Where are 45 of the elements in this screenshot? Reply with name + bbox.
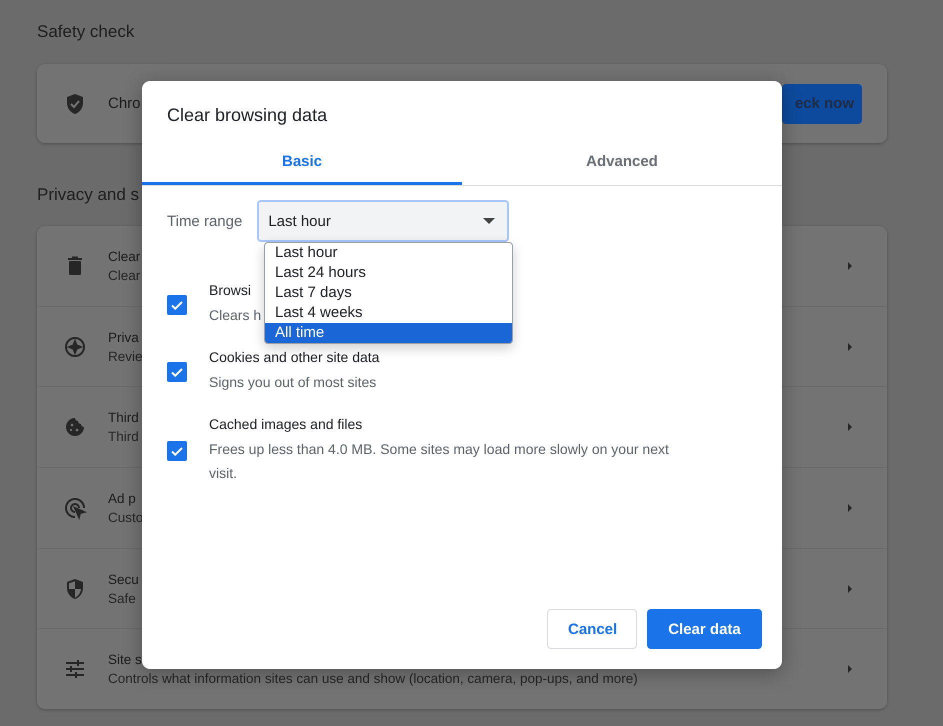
option-title: Cached images and files [209,416,362,432]
clear-data-button[interactable]: Clear data [647,609,762,649]
dropdown-option[interactable]: Last hour [265,243,512,263]
chevron-right-icon[interactable] [845,342,855,352]
settings-item-title: Third [108,410,139,426]
chevron-right-icon[interactable] [845,422,855,432]
checkbox[interactable] [167,440,187,460]
tab[interactable]: Basic [142,140,462,185]
chevron-right-icon[interactable] [845,664,855,674]
cancel-button[interactable]: Cancel [547,609,637,649]
dropdown-option[interactable]: Last 4 weeks [265,303,512,323]
settings-item-title: Clear [108,248,140,264]
section-heading: Safety check [37,22,136,43]
safety-check-text: Chro [108,95,141,112]
checkbox[interactable] [167,362,187,382]
target-cursor-icon [63,496,87,520]
checkbox[interactable] [167,294,187,314]
settings-item-description: Safe [108,590,136,606]
dropdown-option[interactable]: Last 7 days [265,283,512,303]
dialog-title: Clear browsing data [167,105,328,127]
settings-item-description: Third [108,429,139,444]
settings-item-title: Priva [108,330,139,344]
section-heading: Privacy and s [37,185,140,206]
compass-icon [63,334,87,358]
chevron-right-icon[interactable] [845,260,855,271]
dropdown-option[interactable]: All time [265,323,512,343]
option-description: Frees up less than 4.0 MB. Some sites may load more slowly on your next visit. [209,440,670,483]
time-range-dropdown[interactable]: Last hour [257,200,510,242]
tab[interactable]: Advanced [462,140,782,185]
chevron-right-icon[interactable] [845,502,855,513]
settings-item-description: Clear [108,268,140,283]
option-title: Cookies and other site data [209,349,380,365]
option-title: Browsi [209,282,252,298]
settings-item-description: Controls what information sites can use and show (location, camera, pop-ups, and more) [108,671,638,686]
settings-item-description: Custo [108,510,144,525]
settings-item-description: Revie [108,348,143,364]
settings-item-title: Ad p [108,490,136,506]
settings-item-title: Secu [108,572,139,587]
settings-item-title: Site s [108,652,142,668]
dropdown-option[interactable]: Last 24 hours [265,263,512,283]
option-description: Clears h [209,306,262,325]
field-label: Time range [167,212,242,230]
caret-icon [483,218,496,224]
option-description: Signs you out of most sites [209,373,376,392]
chevron-right-icon[interactable] [845,584,855,594]
